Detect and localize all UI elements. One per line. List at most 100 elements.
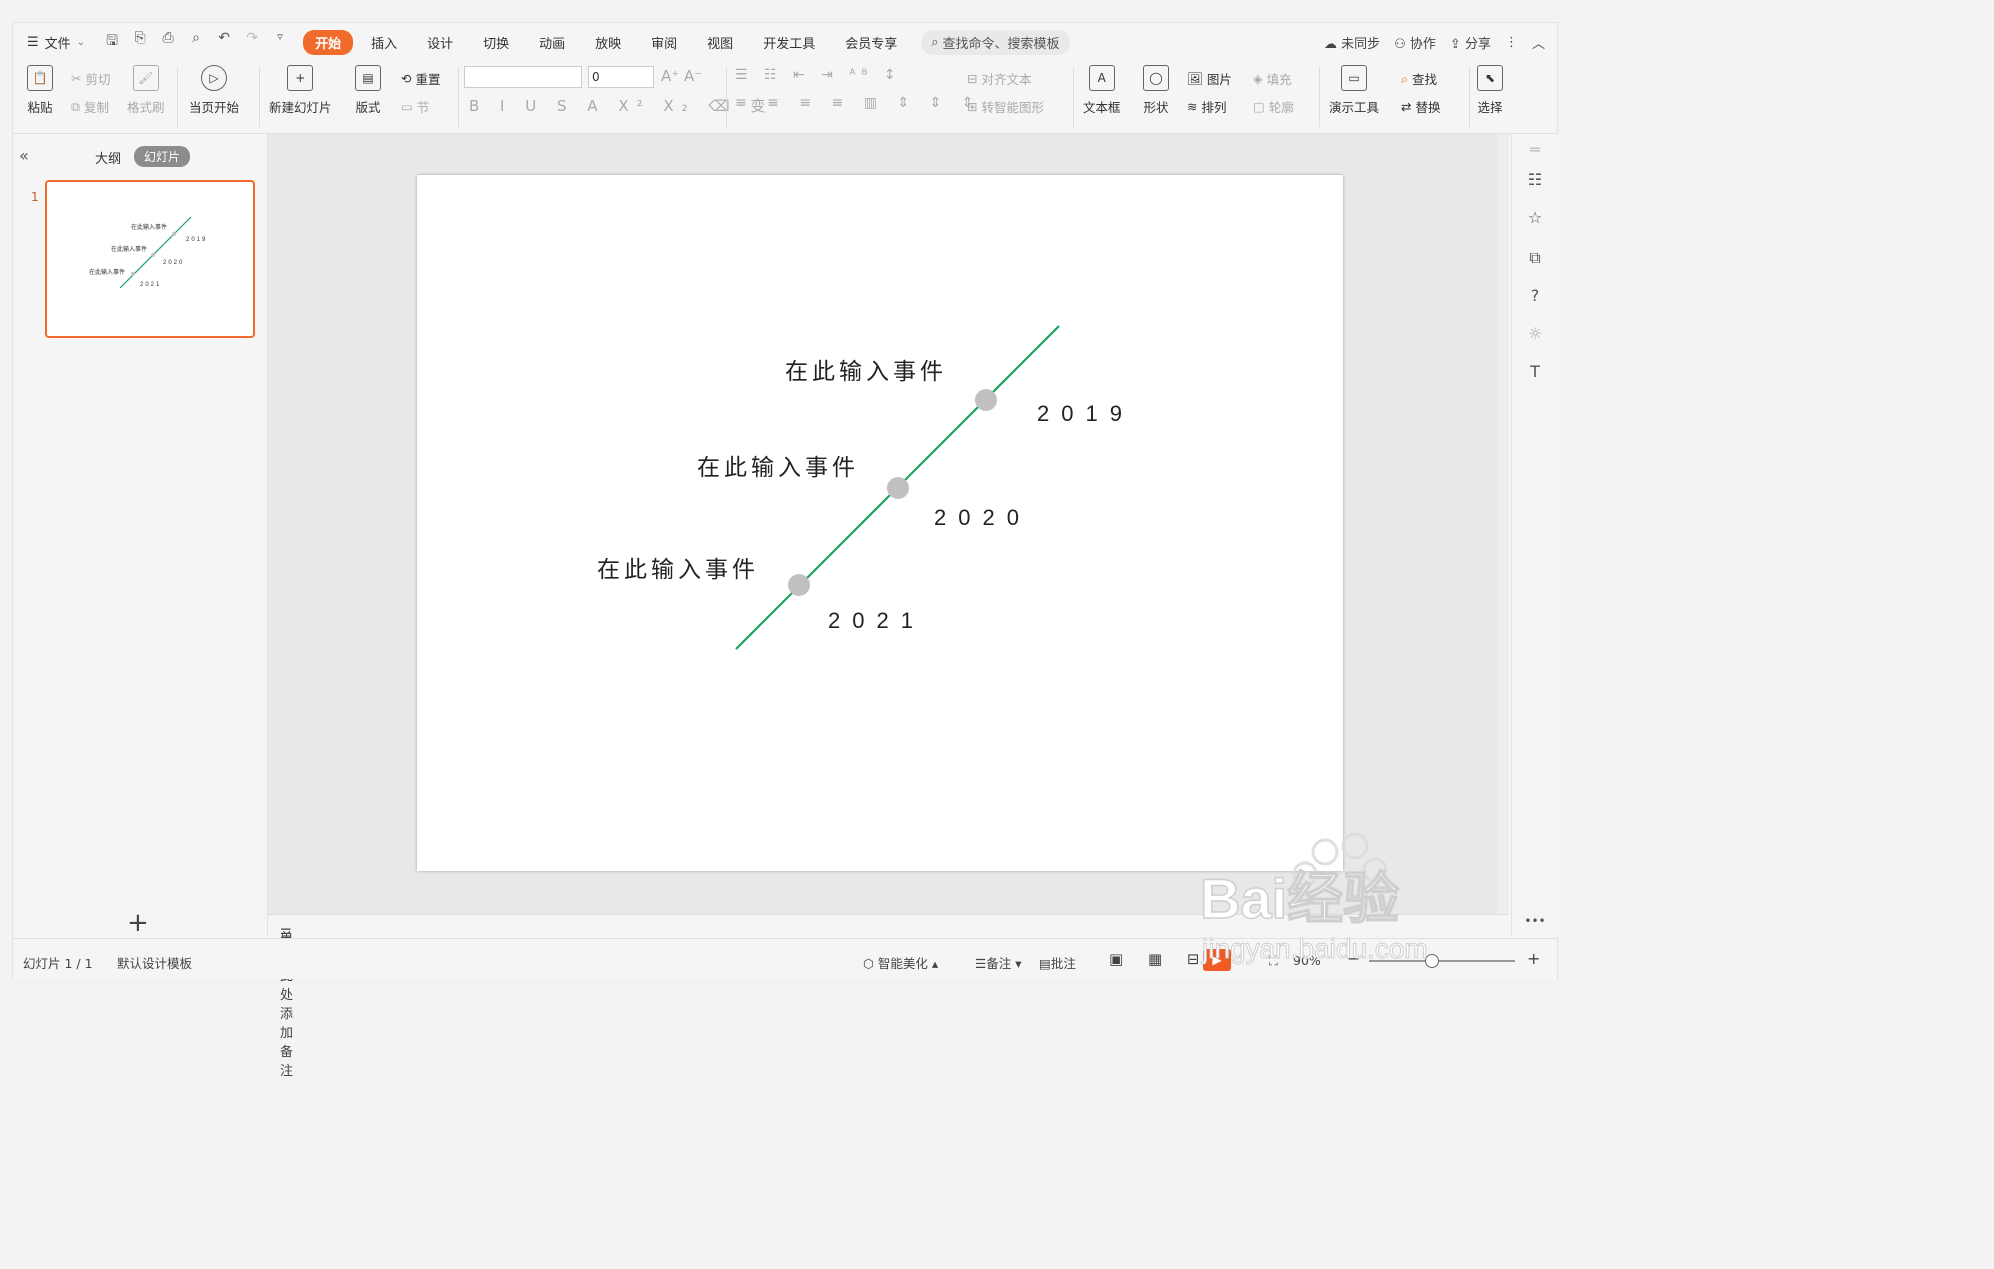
replace-icon: ⇄ — [1401, 99, 1412, 114]
shape-button[interactable]: ◯ 形状 — [1143, 65, 1169, 116]
collapse-ribbon-icon[interactable]: ︿ — [1532, 33, 1545, 52]
cut-button[interactable]: ✂ 剪切 — [71, 69, 111, 88]
collab-button[interactable]: ⚇ 协作 — [1394, 33, 1436, 52]
paragraph-align-buttons[interactable]: ≡ ≡ ≡ ≡ ▥ ⇕ ⇕ ⇕ — [735, 95, 982, 111]
timeline-dot[interactable] — [887, 477, 909, 499]
slides-copy-icon[interactable]: ⧉ — [1524, 248, 1546, 268]
canvas-scrollbar[interactable] — [1497, 134, 1509, 914]
event-text-1[interactable]: 在此输入事件 — [785, 352, 947, 386]
section-icon: ▭ — [401, 99, 413, 114]
tab-design[interactable]: 设计 — [415, 30, 465, 55]
font-size-select[interactable]: 0 — [588, 66, 654, 88]
ribbon-tabs: 开始 插入 设计 切换 动画 放映 审阅 视图 开发工具 会员专享 — [303, 29, 915, 55]
section-button[interactable]: ▭ 节 — [401, 97, 429, 116]
help-icon[interactable]: ? — [1524, 286, 1546, 305]
paste-button[interactable]: 📋 粘贴 — [27, 65, 53, 116]
smartart-button[interactable]: ⊞ 转智能图形 — [967, 97, 1044, 116]
font-grow-icon[interactable]: A⁺ A⁻ — [661, 67, 702, 85]
panel-header: « 大纲 幻灯片 — [13, 144, 267, 170]
cloud-icon: ☁ — [1323, 36, 1337, 52]
font-name-select[interactable] — [464, 66, 582, 88]
textbox-button[interactable]: A 文本框 — [1083, 65, 1121, 116]
tab-insert[interactable]: 插入 — [359, 30, 409, 55]
reset-button[interactable]: ⟲ 重置 — [401, 69, 441, 88]
tab-animation[interactable]: 动画 — [527, 30, 577, 55]
tab-transition[interactable]: 切换 — [471, 30, 521, 55]
print-icon[interactable]: ⎙ — [159, 30, 177, 54]
tab-review[interactable]: 审阅 — [639, 30, 689, 55]
share-button[interactable]: ⇪ 分享 — [1450, 33, 1491, 52]
from-current-button[interactable]: ▷ 当页开始 — [189, 65, 239, 116]
chevron-down-icon: ⌄ — [76, 36, 86, 48]
event-text-3[interactable]: 在此输入事件 — [597, 550, 759, 584]
zoom-in-button[interactable]: + — [1527, 949, 1540, 968]
tab-slides[interactable]: 幻灯片 — [134, 146, 191, 167]
divider — [259, 67, 260, 127]
baidu-paw-logo: Bai经验 jingyan.baidu.com — [1199, 832, 1428, 965]
replace-button[interactable]: ⇄ 替换 — [1401, 97, 1441, 116]
file-menu[interactable]: ☰ 文件 ⌄ — [27, 33, 85, 52]
drag-handle-icon[interactable]: ═ — [1524, 140, 1546, 159]
tab-home[interactable]: 开始 — [303, 29, 354, 55]
timeline-dot[interactable] — [975, 389, 997, 411]
lightbulb-icon[interactable]: ☼ — [1524, 324, 1546, 343]
command-search[interactable]: ⌕ 查找命令、搜索模板 — [921, 29, 1070, 55]
tab-view[interactable]: 视图 — [695, 30, 745, 55]
tab-outline[interactable]: 大纲 — [95, 148, 121, 167]
present-tools-button[interactable]: ▭ 演示工具 — [1329, 65, 1379, 116]
align-text-button[interactable]: ⊟ 对齐文本 — [967, 69, 1032, 88]
print-preview-icon[interactable]: ⌕ — [187, 30, 205, 54]
sliders-icon[interactable]: ☷ — [1524, 170, 1546, 189]
find-button[interactable]: ⌕ 查找 — [1401, 69, 1437, 88]
svg-text:在此输入事件: 在此输入事件 — [131, 223, 167, 231]
layout-button[interactable]: ▤ 版式 — [355, 65, 381, 116]
picture-button[interactable]: 🖼 图片 — [1187, 69, 1232, 88]
comments-button[interactable]: ▤批注 — [1039, 953, 1076, 972]
list-buttons[interactable]: ☰ ☷ ⇤ ⇥ ᴬᴮ ↕ — [735, 67, 902, 83]
collapse-panel-icon[interactable]: « — [19, 146, 29, 165]
template-name[interactable]: 默认设计模板 — [117, 953, 192, 972]
picture-icon: 🖼 — [1187, 70, 1203, 86]
slide-thumbnail[interactable]: 在此输入事件 在此输入事件 在此输入事件 2019 2020 2021 — [45, 180, 255, 338]
sync-button[interactable]: ☁ 未同步 — [1324, 33, 1380, 52]
tab-developer[interactable]: 开发工具 — [751, 30, 827, 55]
save-icon[interactable]: 🖫 — [103, 30, 121, 54]
textbox-icon: A — [1088, 65, 1115, 91]
beautify-button[interactable]: ⬡ 智能美化 ▴ — [863, 953, 938, 972]
format-painter-button[interactable]: 🖌 格式刷 — [127, 65, 165, 116]
svg-text:在此输入事件: 在此输入事件 — [89, 268, 125, 276]
timeline-dot[interactable] — [788, 574, 810, 596]
timeline-graphic — [735, 325, 1060, 650]
year-text-2[interactable]: 2020 — [934, 505, 1031, 531]
add-slide-button[interactable]: + — [127, 908, 149, 938]
text-icon[interactable]: T — [1524, 362, 1546, 381]
more-icon[interactable]: ⋮ — [1505, 35, 1518, 50]
customize-icon[interactable]: ▿ — [271, 30, 289, 54]
fill-button[interactable]: ◈ 填充 — [1253, 69, 1292, 88]
year-text-3[interactable]: 2021 — [828, 608, 925, 634]
tab-slideshow[interactable]: 放映 — [583, 30, 633, 55]
notes-toggle-button[interactable]: ☰备注 ▾ — [975, 953, 1021, 972]
svg-text:2020: 2020 — [163, 260, 184, 266]
more-icon[interactable]: ••• — [1524, 914, 1546, 928]
event-text-2[interactable]: 在此输入事件 — [697, 448, 859, 482]
year-text-1[interactable]: 2019 — [1037, 401, 1134, 427]
new-slide-button[interactable]: + 新建幻灯片 — [269, 65, 332, 116]
scissors-icon: ✂ — [71, 71, 82, 86]
outline-button[interactable]: ▢ 轮廓 — [1253, 97, 1294, 116]
cube-icon: ⬡ — [863, 956, 874, 971]
export-icon[interactable]: ⎘ — [131, 30, 149, 54]
layout-icon: ▤ — [355, 65, 381, 91]
copy-button[interactable]: ⧉ 复制 — [71, 97, 109, 116]
slide[interactable]: 在此输入事件 在此输入事件 在此输入事件 2019 2020 2021 — [417, 175, 1343, 871]
redo-icon[interactable]: ↷ — [243, 30, 261, 54]
arrange-button[interactable]: ≋ 排列 — [1187, 97, 1227, 116]
font-style-buttons[interactable]: B I U S A X² X₂ ⌫ 变 — [469, 95, 773, 116]
star-icon[interactable]: ☆ — [1524, 208, 1546, 227]
align-text-icon: ⊟ — [967, 71, 978, 86]
file-menu-label: 文件 — [44, 36, 71, 52]
undo-icon[interactable]: ↶ — [215, 30, 233, 54]
select-button[interactable]: ⬉ 选择 — [1477, 65, 1503, 116]
view-mode-buttons[interactable]: ▣ ▦ ⊟ — [1109, 950, 1209, 968]
tab-member[interactable]: 会员专享 — [833, 30, 909, 55]
